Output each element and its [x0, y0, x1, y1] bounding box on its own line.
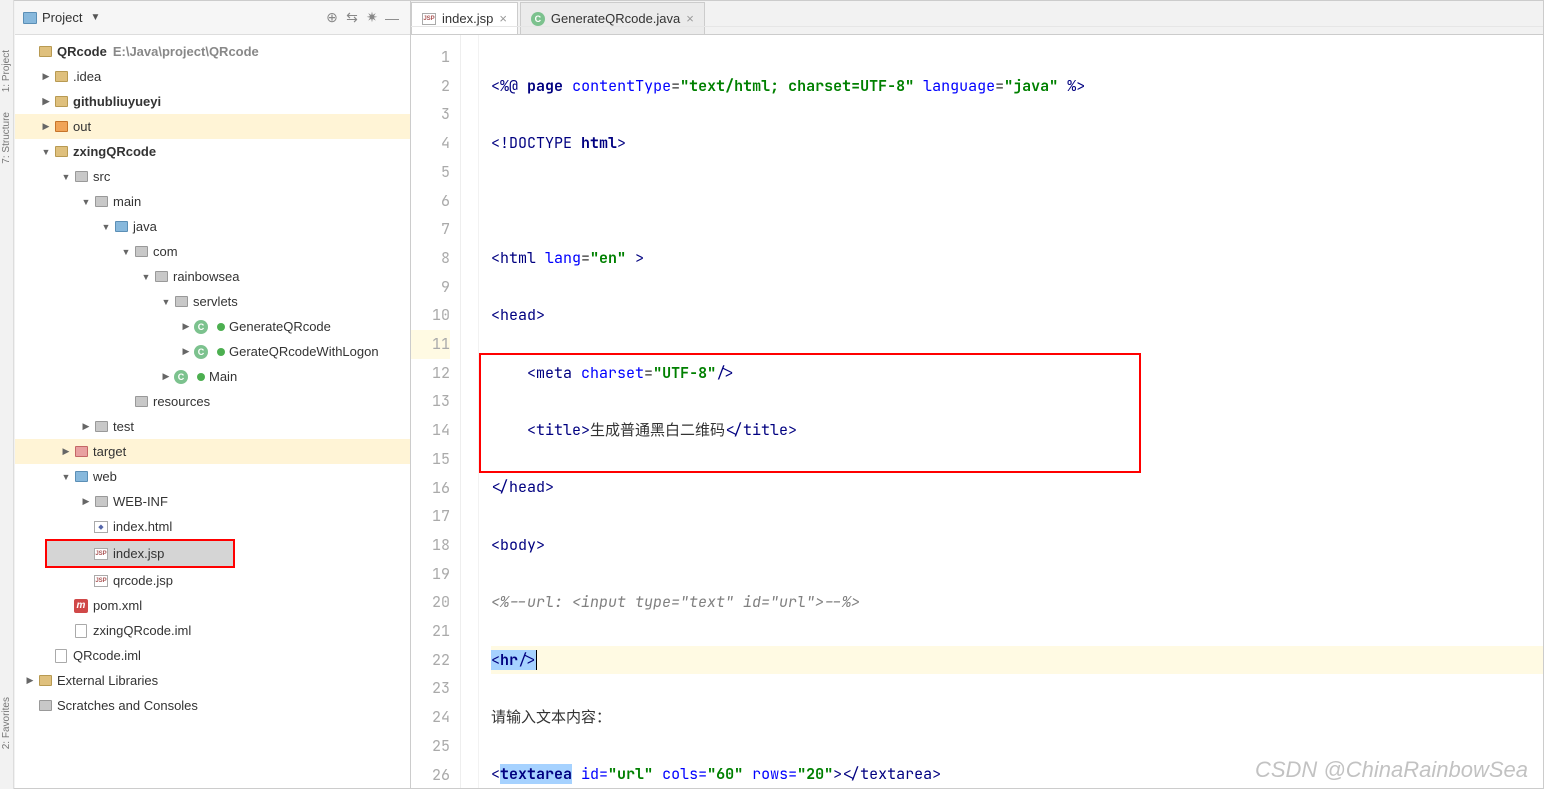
project-panel: Project ▼ ⊕ ⇆ ✷ — QRcodeE:\Java\project\…: [15, 1, 411, 788]
left-tool-strip[interactable]: 1: Project 7: Structure 2: Favorites: [0, 0, 14, 789]
locate-icon[interactable]: ⊕: [322, 8, 342, 28]
tree-item[interactable]: ▶test: [15, 414, 410, 439]
tree-item[interactable]: ▶.idea: [15, 64, 410, 89]
tree-item[interactable]: Scratches and Consoles: [15, 693, 410, 718]
tree-item[interactable]: zxingQRcode.iml: [15, 618, 410, 643]
tab-active[interactable]: JSP index.jsp ×: [411, 2, 518, 34]
tree-item[interactable]: ▶target: [15, 439, 410, 464]
tree-item[interactable]: ▼web: [15, 464, 410, 489]
tree-item[interactable]: ▼main: [15, 189, 410, 214]
project-header: Project ▼ ⊕ ⇆ ✷ —: [15, 1, 410, 35]
tab-inactive[interactable]: C GenerateQRcode.java ×: [520, 2, 705, 34]
tree-item[interactable]: ▶CGenerateQRcode: [15, 314, 410, 339]
code-editor[interactable]: 1234567891011121314151617181920212223242…: [411, 35, 1543, 788]
tree-item[interactable]: ▼servlets: [15, 289, 410, 314]
editor-panel: JSP index.jsp × C GenerateQRcode.java × …: [411, 1, 1543, 788]
tree-root[interactable]: QRcodeE:\Java\project\QRcode: [15, 39, 410, 64]
tree-item[interactable]: JSPqrcode.jsp: [15, 568, 410, 593]
marker-gutter: [461, 35, 479, 788]
run-marker-icon: [197, 373, 205, 381]
tree-item[interactable]: ▶out: [15, 114, 410, 139]
tree-item[interactable]: ◆index.html: [15, 514, 410, 539]
tree-item[interactable]: ▶External Libraries: [15, 668, 410, 693]
sidebar-tab-project[interactable]: 1: Project: [1, 50, 12, 92]
line-gutter: 1234567891011121314151617181920212223242…: [411, 35, 461, 788]
editor-tabs: JSP index.jsp × C GenerateQRcode.java ×: [411, 1, 1543, 35]
tree-item[interactable]: ▶CMain: [15, 364, 410, 389]
tree-item[interactable]: ▶WEB-INF: [15, 489, 410, 514]
tree-item[interactable]: ▶CGerateQRcodeWithLogon: [15, 339, 410, 364]
tree-item[interactable]: ▼zxingQRcode: [15, 139, 410, 164]
tree-item-selected[interactable]: JSPindex.jsp: [47, 541, 233, 566]
project-label: Project: [42, 10, 82, 25]
tree-item[interactable]: ▼rainbowsea: [15, 264, 410, 289]
sidebar-tab-favorites[interactable]: 2: Favorites: [1, 697, 12, 749]
tree-item[interactable]: resources: [15, 389, 410, 414]
folder-icon: [23, 12, 37, 24]
project-view-selector[interactable]: Project ▼: [23, 10, 100, 25]
code-body[interactable]: <%@ page contentType="text/html; charset…: [479, 35, 1543, 788]
project-tree[interactable]: QRcodeE:\Java\project\QRcode ▶.idea ▶git…: [15, 35, 410, 788]
chevron-down-icon: ▼: [90, 12, 100, 23]
hide-icon[interactable]: —: [382, 8, 402, 28]
run-marker-icon: [217, 348, 225, 356]
expand-icon[interactable]: ⇆: [342, 8, 362, 28]
tree-item[interactable]: ▼java: [15, 214, 410, 239]
tree-item[interactable]: ▼com: [15, 239, 410, 264]
settings-icon[interactable]: ✷: [362, 8, 382, 28]
tree-item[interactable]: QRcode.iml: [15, 643, 410, 668]
run-marker-icon: [217, 323, 225, 331]
tree-item[interactable]: mpom.xml: [15, 593, 410, 618]
tree-item[interactable]: ▶githubliuyueyi: [15, 89, 410, 114]
tree-item[interactable]: ▼src: [15, 164, 410, 189]
sidebar-tab-structure[interactable]: 7: Structure: [1, 112, 12, 164]
